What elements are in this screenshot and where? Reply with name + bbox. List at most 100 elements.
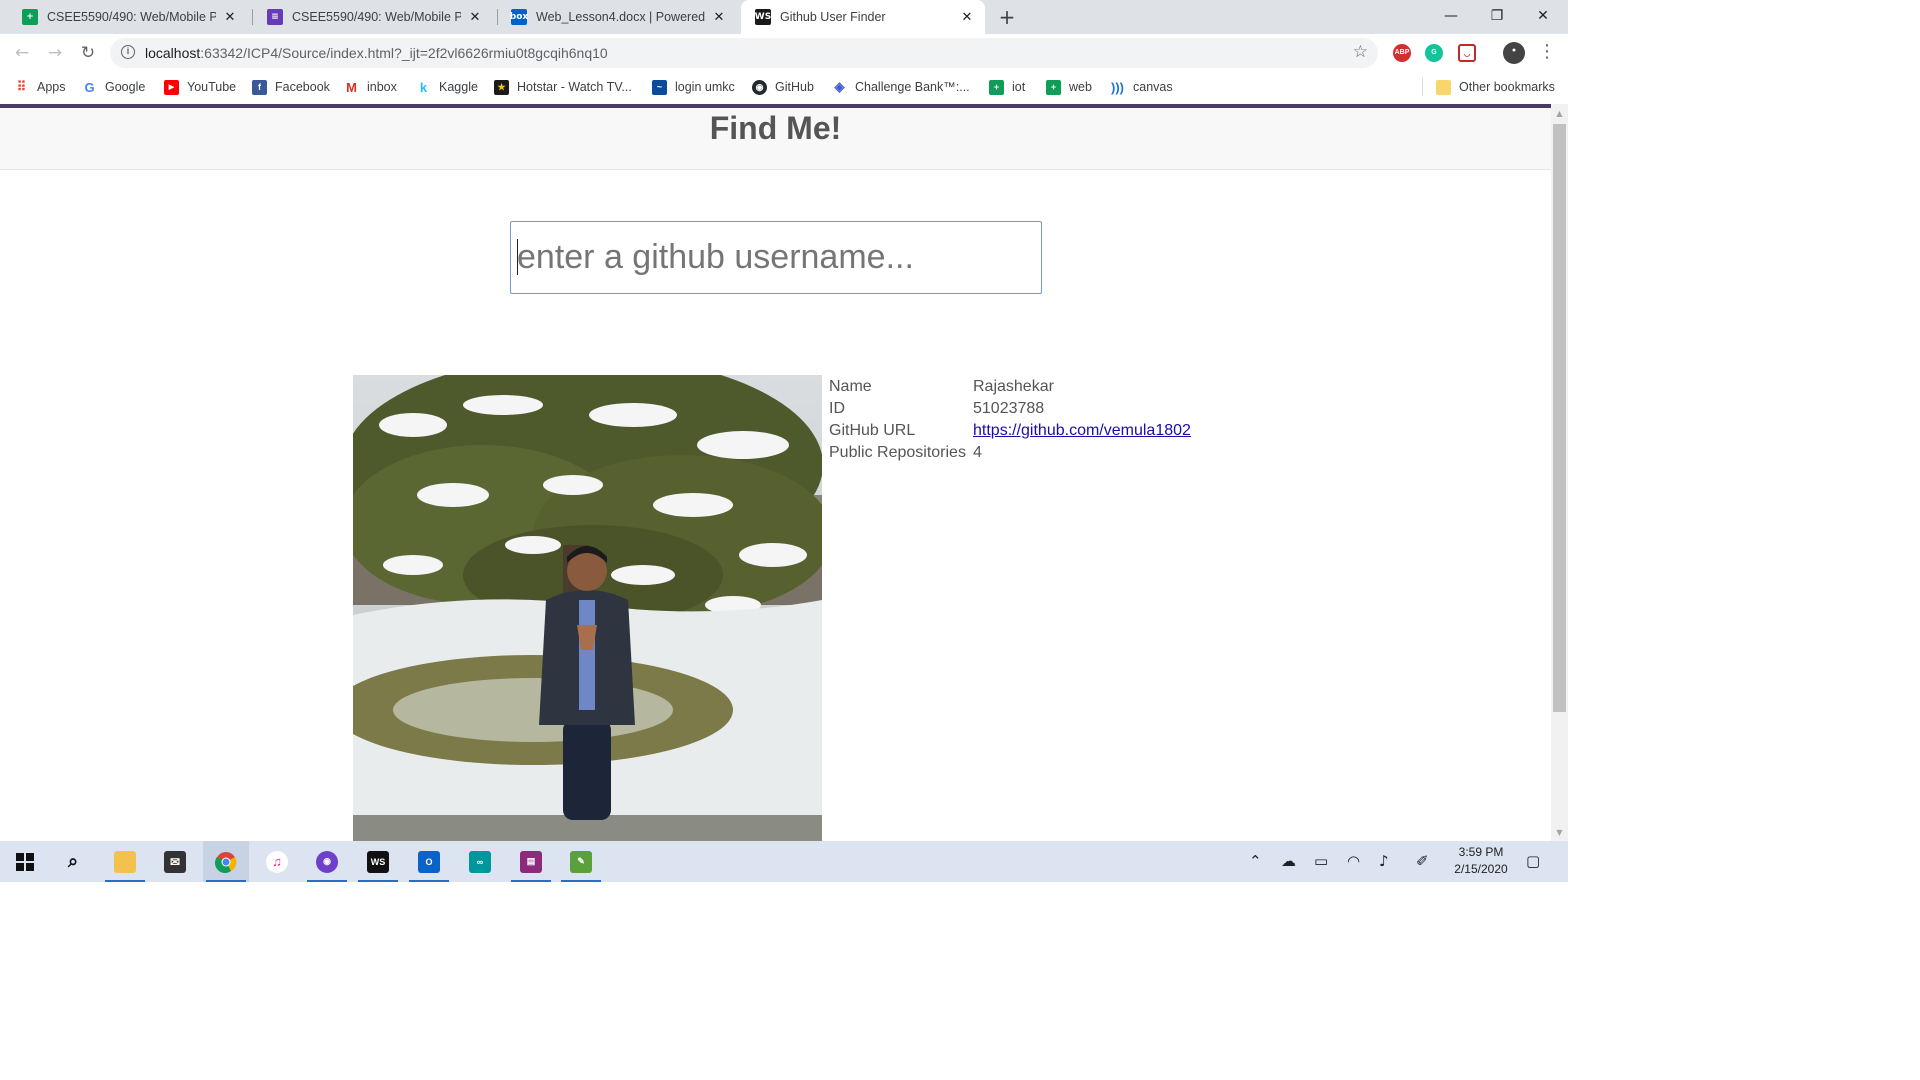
taskbar-arduino[interactable]: ∞ (457, 841, 503, 882)
search-button[interactable]: ⌕ (50, 841, 96, 882)
volume-icon[interactable]: ♪ (1379, 852, 1389, 870)
canvas-icon: ))) (1111, 79, 1124, 95)
wifi-icon[interactable]: ◠ (1347, 852, 1360, 870)
winrar-icon: ▤ (520, 850, 542, 873)
kaggle-icon: k (419, 79, 428, 95)
tab-3-active[interactable]: WS Github User Finder ✕ (741, 0, 985, 34)
bookmark-iot[interactable]: + iot (989, 77, 1025, 97)
close-icon[interactable]: ✕ (959, 10, 975, 25)
folder-icon (1436, 79, 1451, 95)
google-forms-icon: ≡ (267, 9, 283, 25)
github-icon: ◉ (752, 79, 767, 95)
bookmark-facebook[interactable]: f Facebook (252, 77, 330, 97)
taskbar-winrar[interactable]: ▤ (508, 841, 554, 882)
public-repos-value: 4 (973, 444, 982, 461)
google-sheets-icon: + (22, 9, 38, 25)
clock-time: 3:59 PM (1458, 845, 1504, 859)
bookmark-hotstar[interactable]: ★ Hotstar - Watch TV... (494, 77, 632, 97)
bookmark-login-umkc[interactable]: ~ login umkc (652, 77, 735, 97)
start-button[interactable] (2, 841, 48, 882)
user-details-table: Name Rajashekar ID 51023788 GitHub URL h… (829, 376, 1191, 464)
bookmark-star-icon[interactable]: ☆ (1353, 42, 1368, 62)
youtube-icon: ▶ (164, 79, 179, 95)
detail-row-github-url: GitHub URL https://github.com/vemula1802 (829, 420, 1191, 442)
bookmark-google[interactable]: G Google (82, 77, 145, 97)
bookmark-challenge-bank[interactable]: ◈ Challenge Bank™:... (832, 77, 970, 97)
google-sheets-icon: + (1046, 79, 1061, 95)
taskbar-paint[interactable]: ✎ (558, 841, 604, 882)
reload-button[interactable]: ↻ (74, 39, 102, 67)
taskbar-webstorm[interactable]: WS (355, 841, 401, 882)
address-bar[interactable]: i localhost:63342/ICP4/Source/index.html… (110, 38, 1378, 68)
pen-icon[interactable]: ✐ (1416, 852, 1429, 870)
user-id-value: 51023788 (973, 400, 1045, 417)
tab-title: Github User Finder (780, 10, 886, 24)
arduino-icon: ∞ (469, 850, 491, 873)
box-icon: box (510, 9, 528, 25)
taskbar-clock[interactable]: 3:59 PM 2/15/2020 (1446, 844, 1516, 878)
taskbar-itunes[interactable]: ♫ (254, 841, 300, 882)
taskbar-file-explorer[interactable] (102, 841, 148, 882)
paint-icon: ✎ (570, 850, 592, 873)
itunes-icon: ♫ (266, 850, 288, 873)
taskbar-mail[interactable]: ✉ (152, 841, 198, 882)
forward-button[interactable]: → (41, 39, 69, 67)
scrollbar-thumb[interactable] (1553, 124, 1566, 712)
detail-label: GitHub URL (829, 422, 916, 439)
bookmark-web[interactable]: + web (1046, 77, 1092, 97)
tab-strip: + CSEE5590/490: Web/Mobile Prog ✕ ≡ CSEE… (0, 0, 1568, 34)
site-info-icon[interactable]: i (121, 45, 135, 59)
tab-0[interactable]: + CSEE5590/490: Web/Mobile Prog ✕ (8, 0, 248, 34)
tray-overflow-icon[interactable]: ⌃ (1249, 852, 1262, 870)
detail-row-name: Name Rajashekar (829, 376, 1191, 398)
tab-2[interactable]: box Web_Lesson4.docx | Powered by ✕ (497, 0, 737, 34)
close-window-button[interactable]: ✕ (1520, 0, 1566, 32)
scroll-up-arrow-icon[interactable]: ▲ (1551, 106, 1568, 122)
clock-date: 2/15/2020 (1454, 862, 1508, 876)
tab-1[interactable]: ≡ CSEE5590/490: Web/Mobile Prog ✕ (253, 0, 493, 34)
github-username-input[interactable] (510, 221, 1042, 294)
github-profile-link[interactable]: https://github.com/vemula1802 (973, 422, 1191, 439)
bookmark-apps[interactable]: ⠿ Apps (14, 77, 66, 97)
taskbar-outlook[interactable]: O (406, 841, 452, 882)
close-icon[interactable]: ✕ (222, 10, 238, 25)
close-icon[interactable]: ✕ (467, 10, 483, 25)
back-button[interactable]: ← (8, 39, 36, 67)
bookmark-canvas[interactable]: ))) canvas (1110, 77, 1173, 97)
onedrive-icon[interactable]: ☁ (1281, 852, 1296, 870)
adblock-plus-icon[interactable]: ABP (1393, 44, 1411, 62)
chrome-menu-icon[interactable]: ⋮ (1538, 41, 1556, 62)
scroll-down-arrow-icon[interactable]: ▼ (1551, 825, 1568, 841)
search-icon: ⌕ (67, 851, 79, 872)
profile-avatar[interactable]: ● (1503, 42, 1525, 64)
bookmark-github[interactable]: ◉ GitHub (752, 77, 814, 97)
bookmarks-divider (1422, 78, 1423, 96)
page-scrollbar[interactable]: ▲ ▼ (1551, 104, 1568, 841)
minimize-button[interactable]: — (1428, 0, 1474, 32)
battery-icon[interactable]: ▭ (1314, 852, 1328, 870)
new-tab-button[interactable]: + (994, 4, 1020, 30)
text-cursor (517, 239, 518, 275)
outlook-icon: O (418, 850, 440, 873)
notifications-icon[interactable]: ▢ (1526, 852, 1540, 870)
pocket-icon[interactable]: ◡ (1458, 44, 1476, 62)
page-header: Find Me! (0, 108, 1551, 170)
page-viewport: Find Me! enter a github username... Name… (0, 108, 1551, 841)
detail-row-id: ID 51023788 (829, 398, 1191, 420)
other-bookmarks[interactable]: Other bookmarks (1436, 77, 1555, 97)
windows-logo-icon (16, 852, 34, 871)
bookmark-inbox[interactable]: Minbox (344, 77, 397, 97)
close-icon[interactable]: ✕ (711, 10, 727, 25)
restore-button[interactable]: ❐ (1474, 0, 1520, 32)
challenge-bank-icon: ◈ (834, 79, 845, 94)
bookmark-kaggle[interactable]: k Kaggle (416, 77, 478, 97)
taskbar-github-desktop[interactable]: ◉ (304, 841, 350, 882)
apps-grid-icon: ⠿ (16, 79, 27, 94)
grammarly-icon[interactable]: G (1425, 44, 1443, 62)
github-icon: ◉ (316, 850, 338, 873)
taskbar-chrome[interactable] (203, 841, 249, 882)
webstorm-icon: WS (367, 850, 389, 873)
umkc-icon: ~ (652, 79, 667, 95)
tab-title: CSEE5590/490: Web/Mobile Prog (292, 10, 461, 24)
bookmark-youtube[interactable]: ▶ YouTube (164, 77, 236, 97)
